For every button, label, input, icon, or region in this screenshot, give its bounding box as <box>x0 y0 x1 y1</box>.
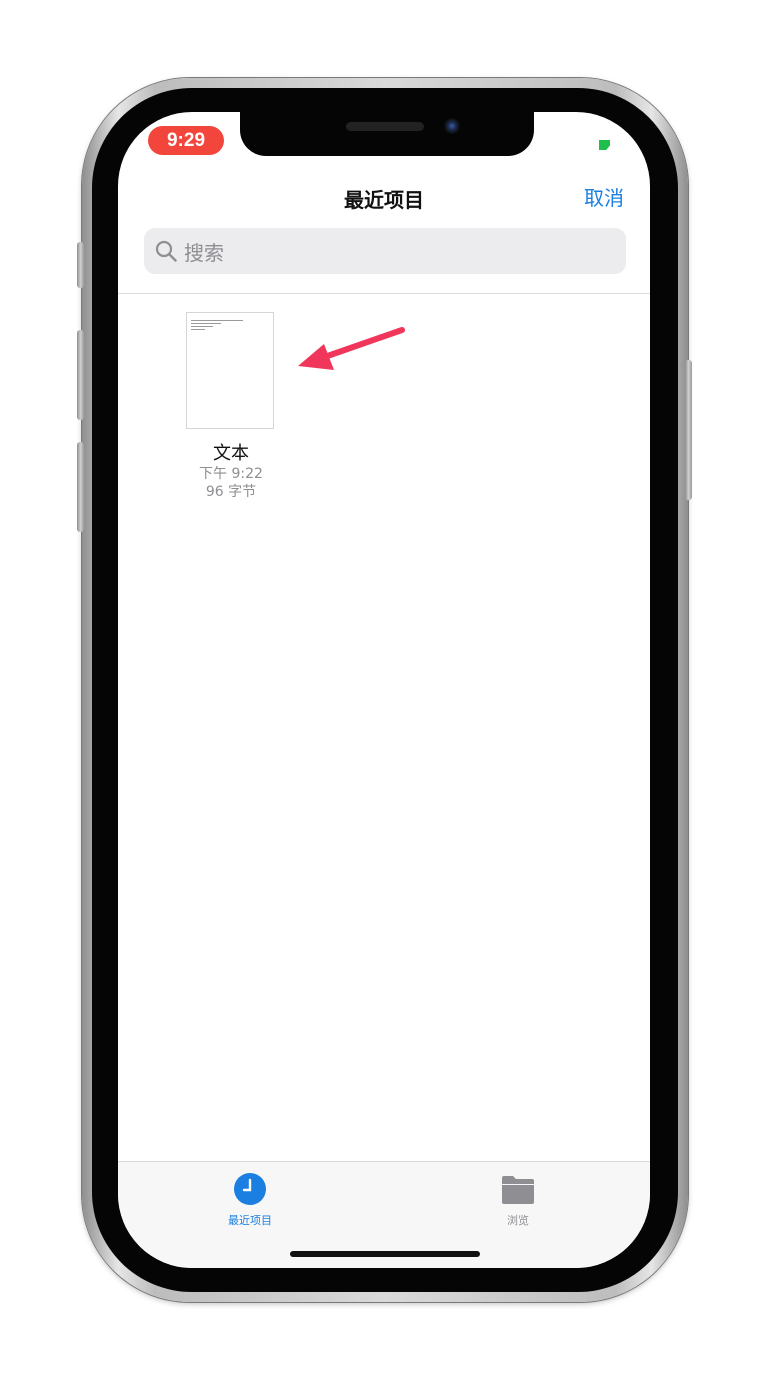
page-title: 最近项目 <box>344 188 424 212</box>
silent-switch <box>77 242 84 288</box>
stage: 9:29 最近项目 取消 搜索 文本 下午 9:22 96 字节 最近项目 浏览 <box>0 0 768 1382</box>
screen: 9:29 最近项目 取消 搜索 文本 下午 9:22 96 字节 最近项目 浏览 <box>118 112 650 1268</box>
file-thumbnail <box>186 312 274 429</box>
search-input[interactable]: 搜索 <box>184 237 224 266</box>
speaker-grille <box>346 122 424 131</box>
cancel-button[interactable]: 取消 <box>584 182 624 211</box>
file-modified-time: 下午 9:22 <box>199 466 263 482</box>
status-time-pill[interactable]: 9:29 <box>148 126 224 155</box>
home-indicator[interactable] <box>290 1251 480 1257</box>
annotation-arrow-icon <box>298 327 405 370</box>
search-bar[interactable]: 搜索 <box>144 228 626 274</box>
volume-down-button <box>77 442 84 532</box>
volume-up-button <box>77 330 84 420</box>
folder-icon <box>502 1176 534 1204</box>
notch <box>240 112 534 156</box>
battery-icon <box>599 140 610 150</box>
front-camera <box>444 118 460 134</box>
clock-icon <box>234 1173 266 1205</box>
tab-browse[interactable]: 浏览 <box>458 1172 578 1228</box>
tab-recents[interactable]: 最近项目 <box>190 1172 310 1228</box>
tab-recents-label: 最近项目 <box>228 1214 272 1227</box>
search-icon <box>155 240 177 262</box>
tab-browse-label: 浏览 <box>507 1214 529 1227</box>
file-size: 96 字节 <box>205 484 257 500</box>
header-divider <box>118 293 650 294</box>
power-button <box>685 360 692 500</box>
file-name: 文本 <box>213 443 249 464</box>
file-item[interactable]: 文本 下午 9:22 96 字节 <box>176 312 286 501</box>
